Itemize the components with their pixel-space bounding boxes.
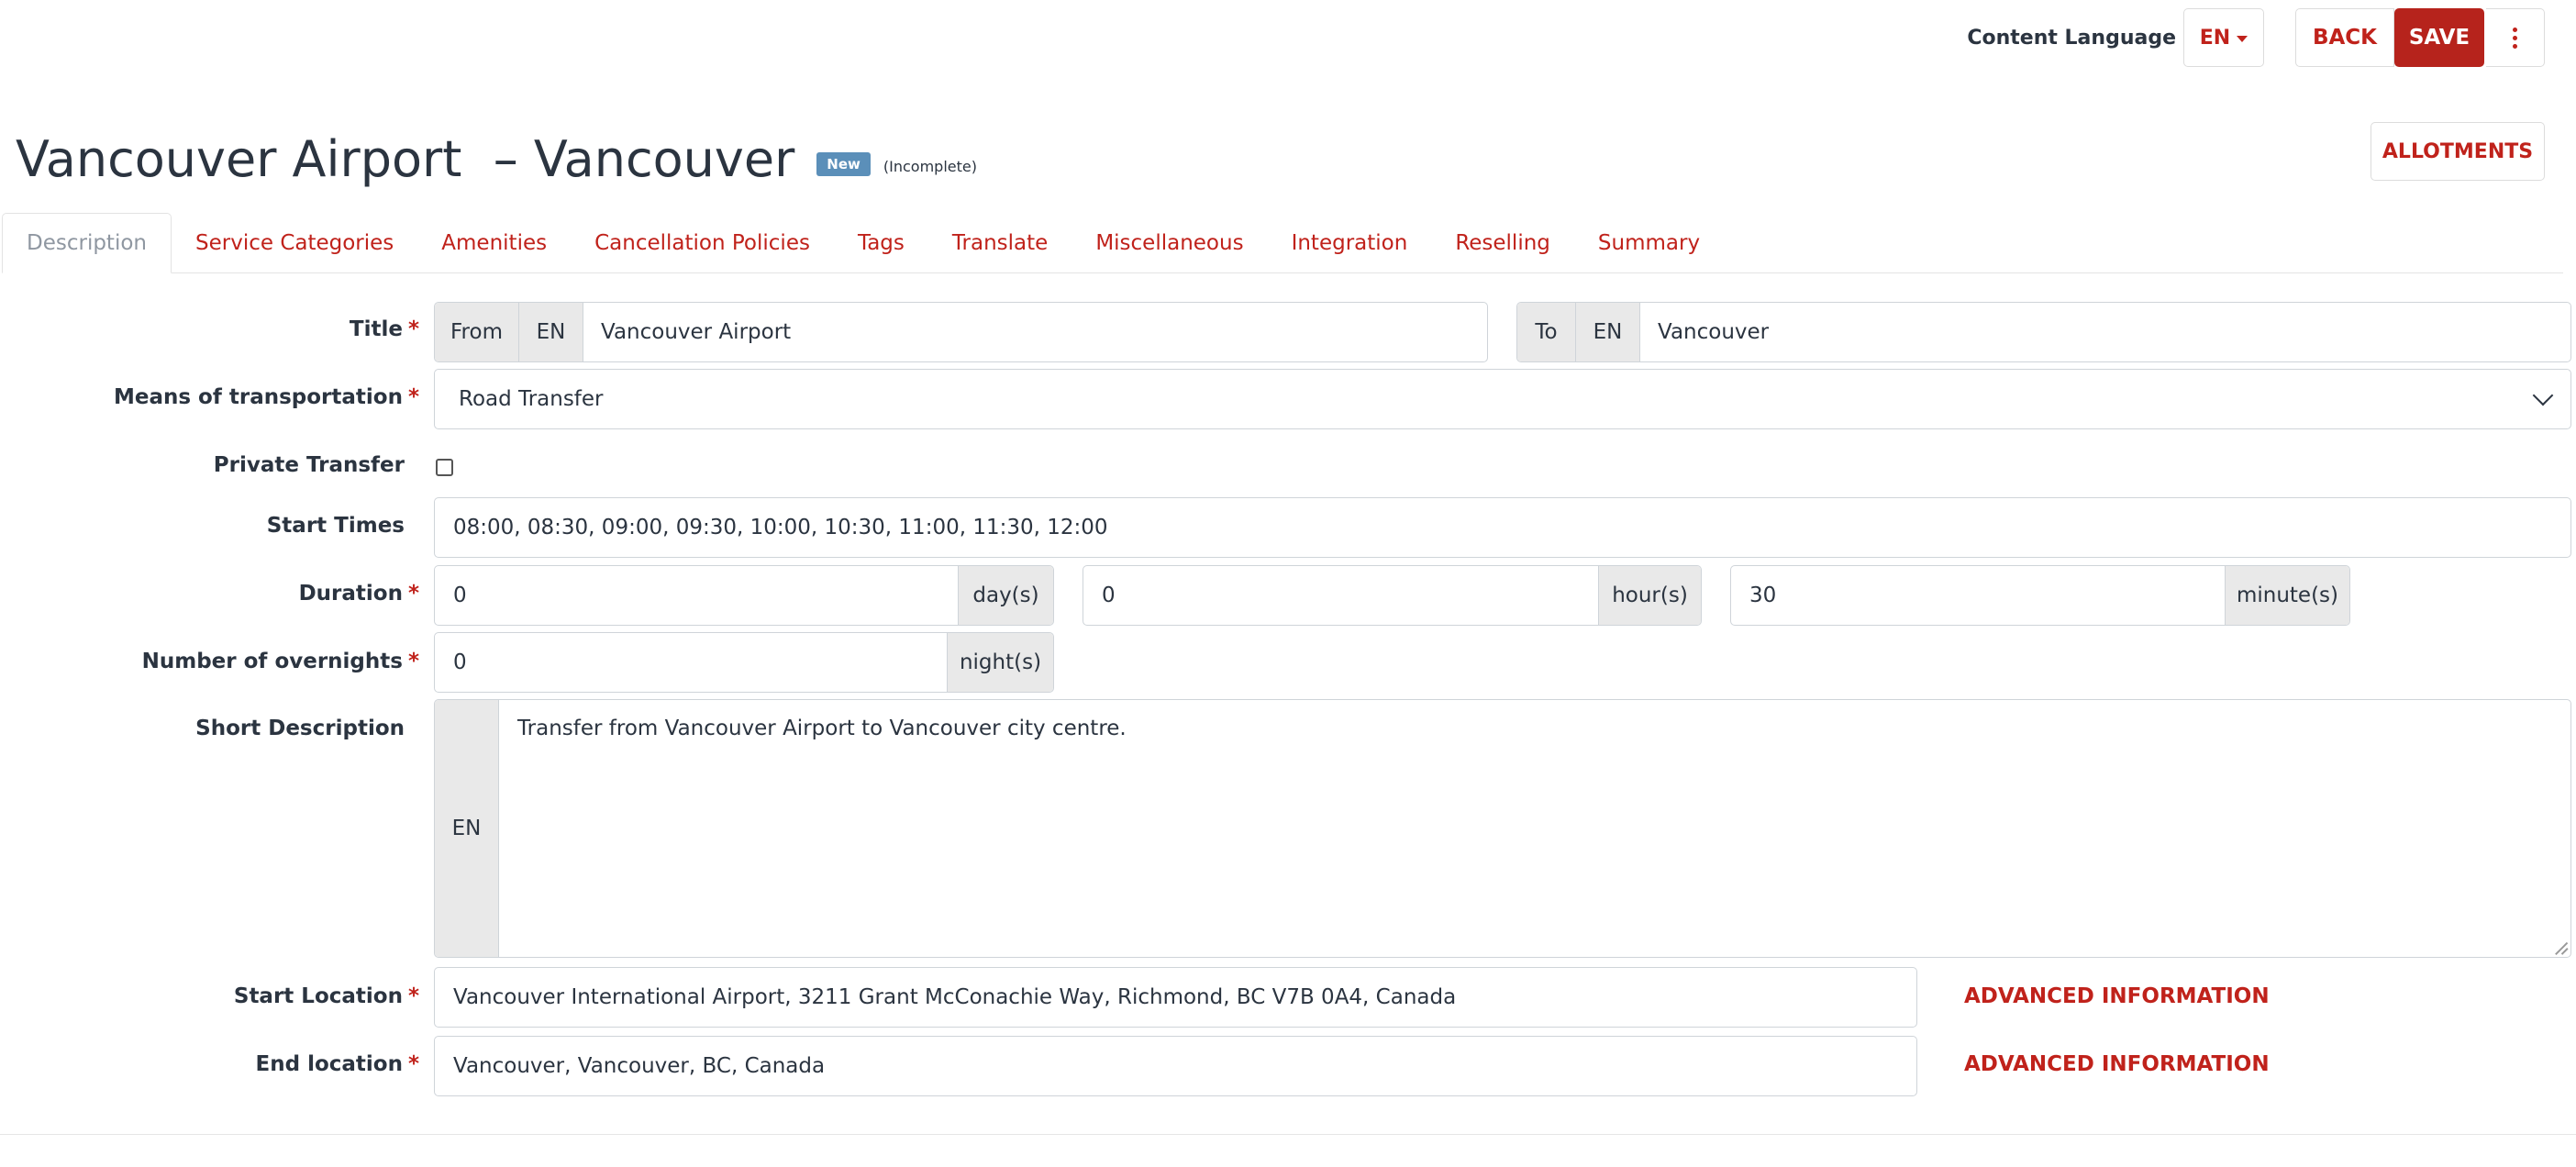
- title-to-group: To EN Vancouver: [1516, 302, 2571, 362]
- required-marker: *: [407, 582, 419, 606]
- title-to-input[interactable]: Vancouver: [1640, 320, 2570, 344]
- required-marker: *: [407, 385, 419, 409]
- title-label: Title *: [350, 317, 419, 341]
- required-marker: *: [407, 317, 419, 341]
- chevron-down-icon: [2532, 384, 2554, 406]
- private-transfer-label: Private Transfer: [213, 453, 405, 477]
- completion-status: (Incomplete): [883, 158, 977, 175]
- start-location-advanced-link[interactable]: ADVANCED INFORMATION: [1964, 984, 2270, 1008]
- content-language-value: EN: [2199, 26, 2231, 50]
- required-marker: *: [407, 984, 419, 1008]
- description-language-addon: EN: [435, 700, 499, 957]
- caret-down-icon: [2237, 35, 2248, 42]
- tab-service-categories[interactable]: Service Categories: [172, 213, 417, 273]
- overnights-label-text: Number of overnights: [141, 650, 403, 673]
- kebab-dot-icon: [2513, 35, 2517, 40]
- overnights-label: Number of overnights *: [142, 650, 419, 673]
- resize-handle-icon[interactable]: [2555, 941, 2568, 954]
- start-times-label: Start Times: [266, 514, 405, 538]
- to-language-addon: EN: [1576, 303, 1640, 361]
- short-description-group: EN Transfer from Vancouver Airport to Va…: [434, 699, 2571, 958]
- means-selected-value: Road Transfer: [459, 387, 604, 411]
- means-label-text: Means of transportation: [113, 385, 403, 409]
- kebab-dot-icon: [2513, 43, 2517, 49]
- duration-days-input[interactable]: 0: [435, 584, 958, 607]
- end-location-label-text: End location: [255, 1052, 403, 1076]
- days-unit-addon: day(s): [958, 566, 1053, 625]
- content-language-dropdown[interactable]: EN: [2183, 8, 2264, 67]
- overnights-input[interactable]: 0: [435, 650, 947, 674]
- tab-tags[interactable]: Tags: [834, 213, 928, 273]
- end-location-advanced-link[interactable]: ADVANCED INFORMATION: [1964, 1052, 2270, 1076]
- kebab-dot-icon: [2513, 27, 2517, 32]
- tab-translate[interactable]: Translate: [928, 213, 1071, 273]
- to-addon: To: [1517, 303, 1576, 361]
- page-header: Vancouver Airport – Vancouver New (Incom…: [16, 127, 977, 193]
- duration-minutes-input[interactable]: 30: [1731, 584, 2225, 607]
- duration-minutes-group: 30 minute(s): [1730, 565, 2350, 626]
- private-transfer-checkbox[interactable]: [436, 459, 453, 476]
- duration-label-text: Duration: [298, 582, 403, 606]
- tab-reselling[interactable]: Reselling: [1431, 213, 1574, 273]
- start-times-input[interactable]: 08:00, 08:30, 09:00, 09:30, 10:00, 10:30…: [434, 497, 2571, 558]
- save-button[interactable]: SAVE: [2394, 8, 2484, 67]
- tab-cancellation-policies[interactable]: Cancellation Policies: [571, 213, 834, 273]
- required-marker: *: [407, 1052, 419, 1076]
- start-location-label-text: Start Location: [233, 984, 403, 1008]
- duration-label: Duration *: [299, 582, 419, 606]
- short-description-textarea[interactable]: Transfer from Vancouver Airport to Vanco…: [499, 700, 1145, 957]
- tab-integration[interactable]: Integration: [1268, 213, 1432, 273]
- minutes-unit-addon: minute(s): [2225, 566, 2349, 625]
- duration-hours-group: 0 hour(s): [1083, 565, 1702, 626]
- start-location-value: Vancouver International Airport, 3211 Gr…: [453, 985, 1457, 1009]
- duration-days-group: 0 day(s): [434, 565, 1054, 626]
- tab-amenities[interactable]: Amenities: [417, 213, 571, 273]
- hours-unit-addon: hour(s): [1598, 566, 1701, 625]
- top-toolbar: Content Language EN BACK SAVE: [1967, 7, 2545, 68]
- start-times-value: 08:00, 08:30, 09:00, 09:30, 10:00, 10:30…: [453, 516, 1108, 539]
- allotments-button[interactable]: ALLOTMENTS: [2371, 122, 2545, 181]
- required-marker: *: [407, 650, 419, 673]
- title-from-input[interactable]: Vancouver Airport: [583, 320, 1487, 344]
- from-addon: From: [435, 303, 519, 361]
- tab-summary[interactable]: Summary: [1574, 213, 1724, 273]
- nights-unit-addon: night(s): [947, 633, 1053, 692]
- more-options-button[interactable]: [2486, 8, 2545, 67]
- title-label-text: Title: [349, 317, 403, 341]
- from-language-addon: EN: [519, 303, 583, 361]
- section-divider: [0, 1134, 2576, 1135]
- short-description-label: Short Description: [195, 717, 405, 740]
- end-location-label: End location *: [256, 1052, 419, 1076]
- content-language-label: Content Language: [1967, 26, 2176, 50]
- start-location-label: Start Location *: [234, 984, 419, 1008]
- back-button[interactable]: BACK: [2295, 8, 2394, 67]
- start-location-input[interactable]: Vancouver International Airport, 3211 Gr…: [434, 967, 1917, 1028]
- overnights-group: 0 night(s): [434, 632, 1054, 693]
- end-location-input[interactable]: Vancouver, Vancouver, BC, Canada: [434, 1036, 1917, 1096]
- tab-description[interactable]: Description: [2, 213, 172, 273]
- duration-hours-input[interactable]: 0: [1083, 584, 1598, 607]
- end-location-value: Vancouver, Vancouver, BC, Canada: [453, 1054, 826, 1078]
- means-of-transportation-select[interactable]: Road Transfer: [434, 369, 2571, 429]
- tab-miscellaneous[interactable]: Miscellaneous: [1071, 213, 1267, 273]
- title-from-group: From EN Vancouver Airport: [434, 302, 1488, 362]
- tab-bar: Description Service Categories Amenities…: [2, 213, 2563, 273]
- means-label: Means of transportation *: [114, 385, 419, 409]
- status-badge: New: [816, 152, 871, 176]
- page-title: Vancouver Airport – Vancouver: [16, 130, 795, 188]
